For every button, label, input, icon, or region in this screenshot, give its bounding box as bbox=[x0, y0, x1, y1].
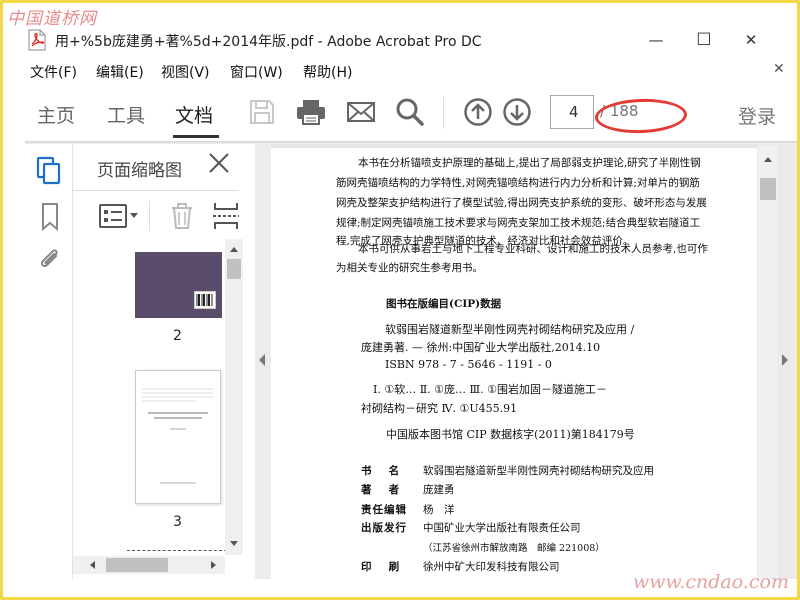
thumbnails-panel: 页面缩略图 2 3 bbox=[73, 144, 255, 579]
scroll-left-arrow[interactable] bbox=[90, 561, 95, 569]
main-toolbar: 主页 工具 文档 4 / 188 登录 bbox=[25, 85, 797, 141]
cip-line: 衬砌结构－研究 Ⅳ. ①U455.91 bbox=[361, 402, 518, 415]
panel-splitter[interactable] bbox=[255, 144, 271, 579]
intro-line: 本书可供从事岩土与地下工程专业科研、设计和施工的技术人员参考,也可作 bbox=[358, 243, 708, 255]
screenshot-frame: 中国道桥网 用+%5b庞建勇+著%5d+2014年版.pdf - Adobe A… bbox=[0, 0, 800, 600]
watermark-top: 中国道桥网 bbox=[7, 9, 97, 29]
close-window-button[interactable]: ✕ bbox=[738, 28, 764, 52]
meta-value: 徐州中矿大印发科技有限公司 bbox=[423, 561, 560, 573]
print-icon[interactable] bbox=[295, 97, 325, 127]
meta-value: 庞建勇 bbox=[423, 484, 455, 496]
collapse-panel-arrow[interactable] bbox=[259, 354, 265, 366]
thumbnail-label: 2 bbox=[173, 328, 182, 344]
page-thumbnails-icon[interactable] bbox=[36, 156, 64, 185]
cip-line: ISBN 978 - 7 - 5646 - 1191 - 0 bbox=[385, 358, 552, 371]
thumbnail-list: 2 3 bbox=[73, 242, 239, 558]
panel-vertical-scrollbar[interactable] bbox=[225, 239, 243, 555]
scroll-down-arrow[interactable] bbox=[230, 541, 238, 546]
doc-scroll-thumb[interactable] bbox=[760, 178, 776, 200]
meta-value: 中国矿业大学出版社有限责任公司 bbox=[423, 522, 581, 534]
meta-key: 出版发行 bbox=[361, 522, 407, 534]
bookmarks-icon[interactable] bbox=[36, 202, 64, 232]
thumbnail-text-lines bbox=[142, 388, 214, 484]
menu-file[interactable]: 文件(F) bbox=[30, 62, 77, 82]
thumbnail-options-icon[interactable] bbox=[99, 203, 139, 233]
meta-key: 书 名 bbox=[361, 465, 401, 477]
intro-line: 筋网壳锚喷结构的力学特性,对网壳锚喷结构进行内力分析和计算;对单片的钢筋 bbox=[336, 177, 700, 189]
intro-line: 本书在分析锚喷支护原理的基础上,提出了局部弱支护理论,研究了半刚性钢 bbox=[358, 157, 701, 169]
thumbnail-next-page-edge bbox=[127, 550, 227, 551]
scroll-right-arrow[interactable] bbox=[211, 561, 216, 569]
login-button[interactable]: 登录 bbox=[738, 102, 776, 129]
menu-help[interactable]: 帮助(H) bbox=[303, 62, 352, 82]
expand-right-pane-arrow[interactable] bbox=[782, 354, 788, 366]
meta-key: 著 者 bbox=[361, 484, 401, 496]
panel-toolbar bbox=[73, 190, 239, 238]
thumbnail-label: 3 bbox=[173, 514, 182, 530]
cip-line: Ⅰ. ①软… Ⅱ. ①庞… Ⅲ. ①围岩加固－隧道施工－ bbox=[373, 383, 607, 396]
menu-bar: 文件(F) 编辑(E) 视图(V) 窗口(W) 帮助(H) ✕ bbox=[3, 59, 797, 83]
close-document-icon[interactable]: ✕ bbox=[773, 61, 785, 77]
meta-value: 软弱围岩隧道新型半刚性网壳衬砌结构研究及应用 bbox=[423, 465, 654, 477]
tab-tools[interactable]: 工具 bbox=[107, 101, 145, 128]
search-icon[interactable] bbox=[395, 97, 425, 127]
panel-hscroll-thumb[interactable] bbox=[106, 558, 168, 572]
toolbar-divider bbox=[443, 97, 444, 129]
intro-line: 网壳及整架支护结构进行了模型试验,得出网壳支护系统的变形、破坏形态与发展 bbox=[336, 197, 707, 209]
watermark-bottom: www.cndao.com bbox=[632, 571, 789, 593]
page-top-edge bbox=[271, 144, 757, 148]
document-vertical-scrollbar[interactable] bbox=[758, 146, 778, 578]
email-icon[interactable] bbox=[346, 97, 376, 127]
delete-page-icon[interactable] bbox=[169, 201, 195, 235]
attachments-icon[interactable] bbox=[36, 244, 64, 272]
meta-key: 责任编辑 bbox=[361, 504, 407, 516]
doc-scroll-up-arrow[interactable] bbox=[764, 157, 772, 162]
page-down-icon[interactable] bbox=[502, 97, 532, 127]
cip-record-number: 中国版本图书馆 CIP 数据核字(2011)第184179号 bbox=[386, 428, 635, 441]
minimize-button[interactable]: — bbox=[643, 28, 669, 52]
page-up-icon[interactable] bbox=[463, 97, 493, 127]
meta-value: （江苏省徐州市解放南路 邮编 221008） bbox=[423, 543, 605, 554]
panel-scroll-thumb[interactable] bbox=[227, 259, 241, 279]
barcode-graphic bbox=[194, 291, 216, 309]
acrobat-pdf-icon bbox=[28, 29, 46, 51]
title-bar: 用+%5b庞建勇+著%5d+2014年版.pdf - Adobe Acrobat… bbox=[3, 25, 797, 55]
page-thumbnail[interactable] bbox=[135, 370, 221, 504]
close-panel-icon[interactable] bbox=[207, 151, 231, 175]
cip-line: 软弱围岩隧道新型半刚性网壳衬砌结构研究及应用 / bbox=[385, 323, 635, 336]
menu-view[interactable]: 视图(V) bbox=[161, 62, 210, 82]
extract-pages-icon[interactable] bbox=[213, 201, 239, 235]
tab-document[interactable]: 文档 bbox=[175, 101, 213, 128]
cip-heading: 图书在版编目(CIP)数据 bbox=[386, 298, 502, 310]
panel-toolbar-divider bbox=[149, 201, 150, 231]
cip-line: 庞建勇著. — 徐州:中国矿业大学出版社,2014.10 bbox=[361, 341, 601, 354]
menu-window[interactable]: 窗口(W) bbox=[230, 62, 283, 82]
intro-line: 为相关专业的研究生参考用书。 bbox=[336, 262, 483, 274]
maximize-button[interactable]: ☐ bbox=[691, 28, 717, 52]
page-number-input[interactable]: 4 bbox=[550, 95, 594, 129]
panel-title: 页面缩略图 bbox=[97, 161, 182, 181]
meta-key: 印 刷 bbox=[361, 561, 401, 573]
page-thumbnail-cover[interactable] bbox=[135, 252, 222, 318]
navigation-rail bbox=[25, 144, 80, 579]
menu-edit[interactable]: 编辑(E) bbox=[96, 62, 144, 82]
window-title: 用+%5b庞建勇+著%5d+2014年版.pdf - Adobe Acrobat… bbox=[55, 34, 482, 50]
panel-horizontal-scrollbar[interactable] bbox=[73, 556, 225, 574]
meta-value: 杨 洋 bbox=[423, 504, 455, 516]
tab-home[interactable]: 主页 bbox=[37, 101, 75, 128]
active-tab-indicator bbox=[173, 135, 219, 138]
intro-line: 规律;制定网壳锚喷施工技术要求与网壳支架加工技术规范;结合典型软岩隧道工 bbox=[336, 217, 701, 229]
save-icon[interactable] bbox=[247, 97, 277, 127]
scroll-up-arrow[interactable] bbox=[230, 247, 238, 252]
